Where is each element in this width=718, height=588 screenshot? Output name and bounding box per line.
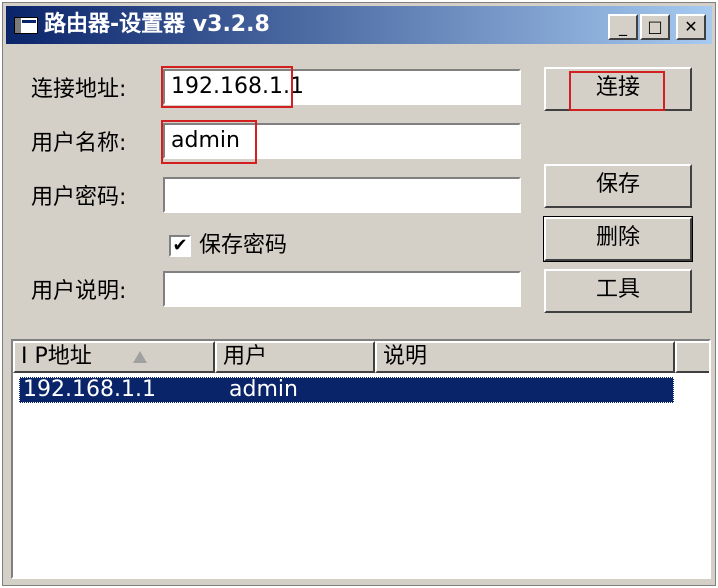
username-field[interactable]: admin xyxy=(163,123,521,159)
save-button[interactable]: 保存 xyxy=(544,164,692,208)
minimize-button[interactable]: _ xyxy=(608,14,638,40)
address-field[interactable]: 192.168.1.1 xyxy=(163,69,521,105)
column-header-ip-label: I P地址 xyxy=(21,344,92,369)
column-header-user[interactable]: 用户 xyxy=(215,341,375,373)
close-button[interactable]: ✕ xyxy=(676,14,706,40)
description-label: 用户说明: xyxy=(31,279,127,304)
connect-button[interactable]: 连接 xyxy=(544,67,692,111)
save-password-checkbox[interactable]: ✔ xyxy=(169,235,191,257)
maximize-button[interactable]: □ xyxy=(640,14,670,40)
delete-button[interactable]: 删除 xyxy=(543,216,693,262)
password-field[interactable] xyxy=(163,177,521,213)
host-list[interactable]: I P地址 用户 说明 192.168.1.1 admin xyxy=(11,339,711,579)
checkmark-icon: ✔ xyxy=(172,235,188,256)
save-password-label[interactable]: 保存密码 xyxy=(199,233,287,259)
app-window: 路由器-设置器 v3.2.8 _ □ ✕ 连接地址: 192.168.1.1 用… xyxy=(2,2,716,586)
table-row[interactable]: 192.168.1.1 admin xyxy=(19,377,674,403)
username-label: 用户名称: xyxy=(31,131,127,156)
tools-button[interactable]: 工具 xyxy=(544,269,692,313)
password-label: 用户密码: xyxy=(31,185,127,210)
row-ip-cell: 192.168.1.1 xyxy=(23,377,156,402)
address-label: 连接地址: xyxy=(31,77,127,102)
description-field[interactable] xyxy=(163,271,521,307)
column-header-filler xyxy=(675,341,709,373)
window-app-icon xyxy=(14,17,38,34)
column-header-note[interactable]: 说明 xyxy=(375,341,675,373)
column-header-ip[interactable]: I P地址 xyxy=(13,341,215,373)
window-title: 路由器-设置器 v3.2.8 xyxy=(44,12,270,37)
title-bar[interactable]: 路由器-设置器 v3.2.8 _ □ ✕ xyxy=(6,6,712,44)
row-user-cell: admin xyxy=(229,377,298,402)
sort-ascending-icon xyxy=(133,351,147,363)
